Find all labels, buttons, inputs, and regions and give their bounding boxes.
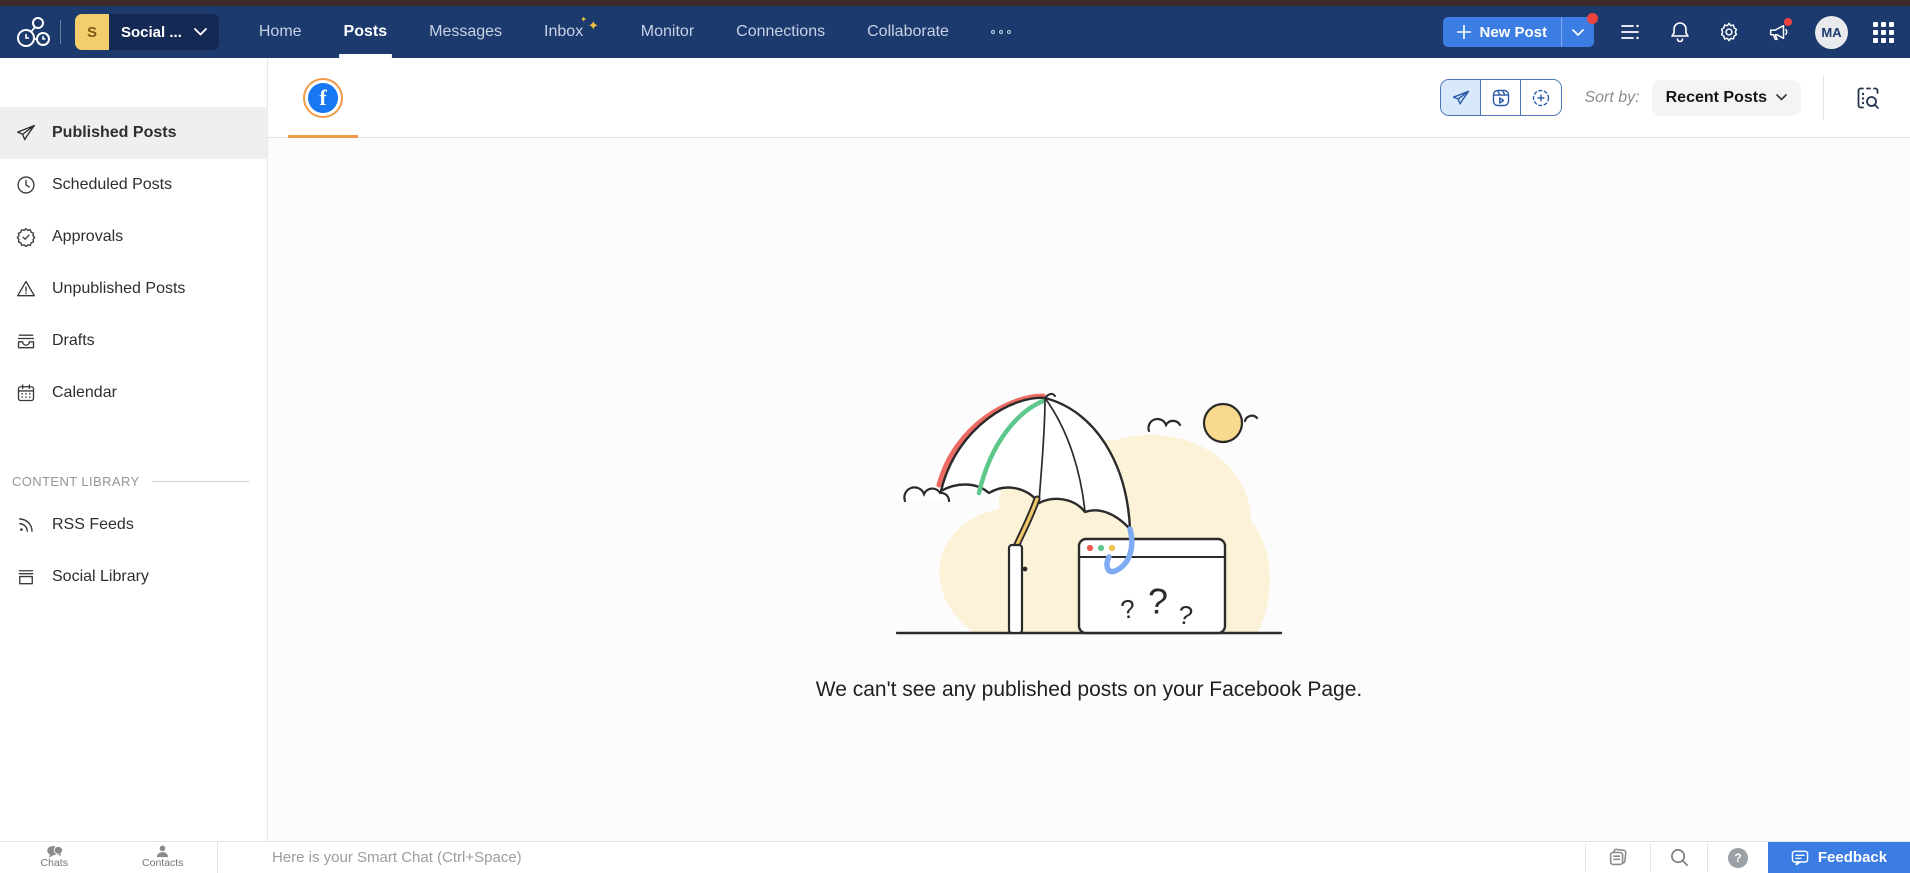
queue-lines-icon[interactable]: [1619, 20, 1643, 44]
facebook-ring: f: [303, 78, 343, 118]
bottom-utility-bar: Chats Contacts ? Feedback: [0, 841, 1910, 873]
chevron-down-icon: [1776, 94, 1787, 101]
contacts-tab[interactable]: Contacts: [109, 842, 218, 873]
new-post-button[interactable]: New Post: [1443, 17, 1594, 47]
sidebar-item-social-library[interactable]: Social Library: [0, 551, 267, 603]
post-search-icon: [1855, 85, 1881, 111]
post-type-segmented-control: [1440, 79, 1562, 116]
navbar-actions: New Post: [1443, 16, 1894, 49]
search-icon: [1670, 848, 1689, 867]
filter-stories-button[interactable]: [1521, 80, 1561, 115]
paper-plane-icon: [1451, 88, 1471, 108]
feedback-bubble-icon: [1791, 850, 1809, 866]
user-avatar[interactable]: MA: [1815, 16, 1848, 49]
navbar-divider: [60, 20, 61, 44]
help-icon: ?: [1728, 848, 1748, 868]
chat-tabs: Chats Contacts: [0, 842, 218, 873]
primary-nav: Home Posts Messages Inbox✦✦ Monitor Conn…: [259, 6, 1011, 58]
rss-icon: [16, 515, 36, 535]
nav-item-connections[interactable]: Connections: [736, 6, 825, 58]
content-library-section: CONTENT LIBRARY: [0, 463, 267, 499]
nav-item-inbox[interactable]: Inbox✦✦: [544, 6, 599, 58]
nav-item-monitor[interactable]: Monitor: [641, 6, 694, 58]
sidebar-item-drafts[interactable]: Drafts: [0, 315, 267, 367]
brand-badge: S: [75, 14, 109, 50]
filter-reels-button[interactable]: [1481, 80, 1521, 115]
reels-icon: [1491, 88, 1511, 108]
find-posts-button[interactable]: [1846, 85, 1890, 111]
notes-button[interactable]: [1586, 842, 1650, 873]
story-plus-icon: [1531, 88, 1551, 108]
search-button[interactable]: [1651, 842, 1707, 873]
plus-icon: [1457, 25, 1471, 39]
sidebar-item-calendar[interactable]: Calendar: [0, 367, 267, 419]
sort-dropdown[interactable]: Recent Posts: [1652, 80, 1801, 116]
smart-chat-input[interactable]: [218, 842, 1585, 873]
tab-facebook-channel[interactable]: f: [268, 58, 378, 138]
sort-control: Sort by: Recent Posts: [1584, 80, 1801, 116]
notification-dot: [1587, 13, 1598, 24]
approval-check-icon: [16, 227, 36, 247]
empty-state-message: We can't see any published posts on your…: [816, 678, 1362, 702]
nav-item-posts[interactable]: Posts: [344, 6, 388, 58]
gear-icon[interactable]: [1717, 20, 1741, 44]
zoho-social-logo-icon[interactable]: [14, 14, 52, 50]
sparkle-icon: ✦: [580, 15, 587, 24]
sidebar-item-published-posts[interactable]: Published Posts: [0, 107, 267, 159]
svg-text:?: ?: [1147, 580, 1169, 622]
sidebar-item-scheduled-posts[interactable]: Scheduled Posts: [0, 159, 267, 211]
section-rule: [152, 481, 249, 482]
apps-grid-icon[interactable]: [1873, 22, 1894, 43]
sidebar-item-unpublished-posts[interactable]: Unpublished Posts: [0, 263, 267, 315]
notification-dot: [1784, 18, 1792, 26]
sort-by-label: Sort by:: [1584, 89, 1639, 107]
chats-tab[interactable]: Chats: [0, 842, 109, 873]
notes-pages-icon: [1607, 847, 1629, 869]
feedback-button[interactable]: Feedback: [1768, 842, 1910, 873]
sidebar-item-approvals[interactable]: Approvals: [0, 211, 267, 263]
brand-selector[interactable]: S Social ...: [75, 14, 219, 50]
sparkle-icon: ✦: [588, 18, 599, 34]
sidebar-item-rss-feeds[interactable]: RSS Feeds: [0, 499, 267, 551]
chevron-down-icon: [194, 28, 207, 36]
megaphone-icon[interactable]: [1766, 20, 1790, 44]
toolbar-divider: [1823, 76, 1824, 120]
new-post-main[interactable]: New Post: [1443, 17, 1561, 47]
help-button[interactable]: ?: [1708, 842, 1768, 873]
bell-icon[interactable]: [1668, 20, 1692, 44]
posts-sidebar: Published Posts Scheduled Posts Approval…: [0, 58, 268, 841]
posts-content-area: ? ? ? We can't see any published posts o…: [268, 138, 1910, 841]
toolbar-right: Sort by: Recent Posts: [1440, 76, 1890, 120]
filter-posts-button[interactable]: [1441, 80, 1481, 115]
chevron-down-icon: [1572, 29, 1584, 36]
nav-item-messages[interactable]: Messages: [429, 6, 502, 58]
nav-item-collaborate[interactable]: Collaborate: [867, 6, 949, 58]
library-box-icon: [16, 567, 36, 587]
nav-item-home[interactable]: Home: [259, 6, 302, 58]
empty-state-illustration: ? ? ?: [879, 381, 1299, 646]
nav-more-icon[interactable]: [991, 6, 1011, 58]
calendar-icon: [16, 383, 36, 403]
section-label: CONTENT LIBRARY: [12, 474, 140, 489]
paper-plane-icon: [16, 123, 36, 143]
top-navbar: S Social ... Home Posts Messages Inbox✦✦…: [0, 6, 1910, 58]
brand-label: Social ...: [109, 24, 194, 41]
facebook-icon: f: [308, 83, 338, 113]
warning-triangle-icon: [16, 279, 36, 299]
posts-toolbar: f Sort by: Recent Posts: [268, 58, 1910, 138]
drafts-tray-icon: [16, 331, 36, 351]
clock-icon: [16, 175, 36, 195]
